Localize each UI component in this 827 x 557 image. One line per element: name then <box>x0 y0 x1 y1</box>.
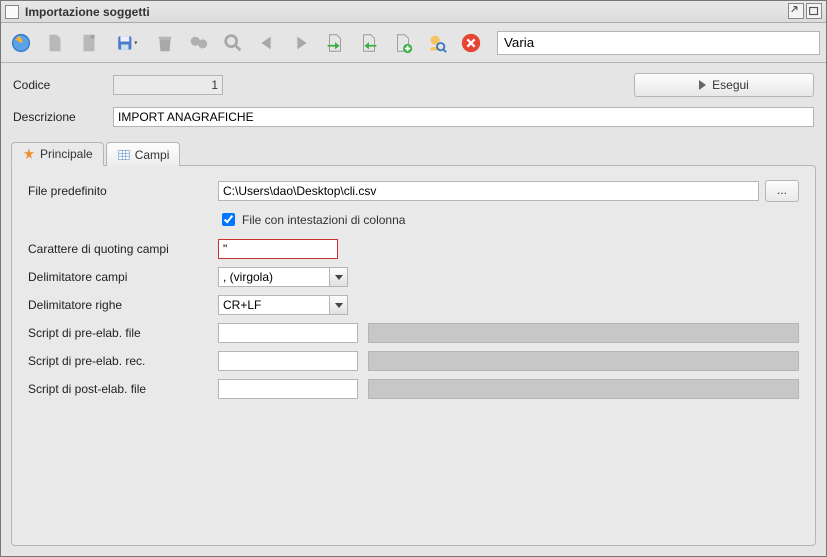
export-button[interactable] <box>355 29 383 57</box>
browse-button[interactable]: ... <box>765 180 799 202</box>
tab-principale-label: Principale <box>40 147 93 161</box>
window-title: Importazione soggetti <box>25 5 150 19</box>
codice-label: Codice <box>13 78 113 92</box>
intestazioni-label: File con intestazioni di colonna <box>242 213 405 227</box>
tab-content-principale: File predefinito ... File con intestazio… <box>11 165 816 546</box>
toolbar-search-input[interactable] <box>497 31 820 55</box>
chevron-down-icon[interactable] <box>329 268 347 286</box>
file-button-2[interactable] <box>75 29 103 57</box>
script-pre-rec-input[interactable] <box>218 351 358 371</box>
intestazioni-checkbox[interactable] <box>222 213 235 226</box>
find-user-button[interactable] <box>423 29 451 57</box>
next-button[interactable] <box>287 29 315 57</box>
toolbar <box>1 23 826 63</box>
grouped-button[interactable] <box>185 29 213 57</box>
close-button[interactable] <box>457 29 485 57</box>
import-button[interactable] <box>321 29 349 57</box>
window-icon <box>5 5 19 19</box>
chevron-down-icon[interactable] <box>329 296 347 314</box>
star-icon <box>22 147 36 161</box>
tab-campi[interactable]: Campi <box>106 142 181 166</box>
carattere-label: Carattere di quoting campi <box>28 242 218 256</box>
detach-window-button[interactable] <box>788 3 804 19</box>
carattere-input[interactable] <box>218 239 338 259</box>
window-frame: Importazione soggetti <box>0 0 827 557</box>
delim-campi-label: Delimitatore campi <box>28 270 218 284</box>
script-pre-file-input[interactable] <box>218 323 358 343</box>
delim-campi-select[interactable] <box>218 267 348 287</box>
script-post-file-input[interactable] <box>218 379 358 399</box>
prev-button[interactable] <box>253 29 281 57</box>
file-predefinito-input[interactable] <box>218 181 759 201</box>
table-icon <box>117 148 131 162</box>
esegui-label: Esegui <box>712 78 749 92</box>
script-pre-file-display <box>368 323 799 343</box>
esegui-button[interactable]: Esegui <box>634 73 814 97</box>
descrizione-input[interactable] <box>113 107 814 127</box>
delim-righe-select[interactable] <box>218 295 348 315</box>
delete-button[interactable] <box>151 29 179 57</box>
script-pre-file-label: Script di pre-elab. file <box>28 326 218 340</box>
titlebar: Importazione soggetti <box>1 1 826 23</box>
script-post-file-label: Script di post-elab. file <box>28 382 218 396</box>
descrizione-label: Descrizione <box>13 110 113 124</box>
tab-campi-label: Campi <box>135 148 170 162</box>
new-record-button[interactable] <box>7 29 35 57</box>
tabs-bar: Principale Campi <box>11 142 816 166</box>
add-doc-button[interactable] <box>389 29 417 57</box>
script-pre-rec-display <box>368 351 799 371</box>
save-button[interactable] <box>109 29 145 57</box>
script-pre-rec-label: Script di pre-elab. rec. <box>28 354 218 368</box>
delim-righe-label: Delimitatore righe <box>28 298 218 312</box>
codice-input <box>113 75 223 95</box>
file-button-1[interactable] <box>41 29 69 57</box>
tab-principale[interactable]: Principale <box>11 142 104 166</box>
search-button[interactable] <box>219 29 247 57</box>
play-icon <box>699 80 706 90</box>
maximize-window-button[interactable] <box>806 3 822 19</box>
script-post-file-display <box>368 379 799 399</box>
file-predefinito-label: File predefinito <box>28 184 218 198</box>
